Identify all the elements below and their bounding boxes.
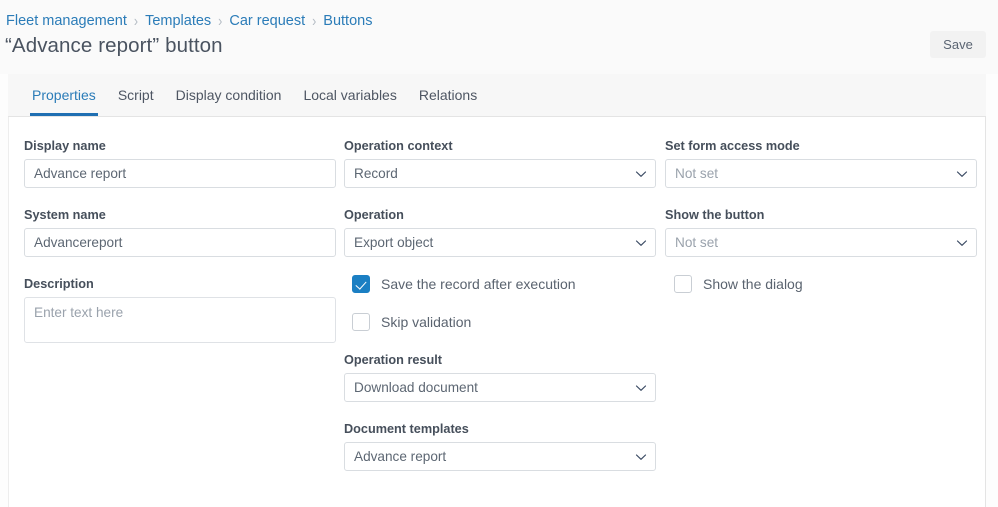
show-the-button-select[interactable]: Not set: [665, 228, 977, 257]
set-form-access-mode-select[interactable]: Not set: [665, 159, 977, 188]
save-button[interactable]: Save: [930, 31, 986, 58]
operation-select[interactable]: Export object: [344, 228, 656, 257]
display-name-value: Advance report: [34, 166, 127, 181]
document-templates-value: Advance report: [354, 449, 447, 464]
checkbox-row-skip-validation: Skip validation: [352, 312, 471, 332]
system-name-value: Advancereport: [34, 235, 123, 250]
breadcrumb-item-fleet-management[interactable]: Fleet management: [6, 12, 127, 30]
chevron-right-icon: ›: [133, 12, 139, 30]
operation-value: Export object: [354, 235, 434, 250]
field-label-operation-context: Operation context: [344, 139, 453, 153]
field-label-system-name: System name: [24, 208, 106, 222]
chevron-down-icon: [635, 384, 647, 391]
checkbox-row-save-after-execution: Save the record after execution: [352, 274, 576, 294]
tab-script[interactable]: Script: [107, 74, 165, 116]
save-after-execution-checkbox[interactable]: [352, 275, 370, 293]
operation-context-value: Record: [354, 166, 398, 181]
field-label-show-the-button: Show the button: [665, 208, 765, 222]
page-header: Fleet management › Templates › Car reque…: [0, 0, 998, 74]
description-textarea[interactable]: Enter text here: [24, 297, 336, 343]
set-form-access-mode-value: Not set: [675, 166, 719, 181]
field-operation-context: Operation context Record: [344, 138, 656, 188]
chevron-right-icon: ›: [218, 12, 223, 30]
field-label-set-form-access-mode: Set form access mode: [665, 139, 800, 153]
field-display-name: Display name Advance report: [24, 138, 336, 188]
breadcrumb-item-car-request[interactable]: Car request: [229, 12, 305, 30]
breadcrumb-item-buttons[interactable]: Buttons: [323, 12, 372, 30]
field-set-form-access-mode: Set form access mode Not set: [665, 138, 977, 188]
operation-result-select[interactable]: Download document: [344, 373, 656, 402]
field-label-document-templates: Document templates: [344, 422, 469, 436]
properties-form: Display name Advance report System name …: [8, 117, 986, 507]
skip-validation-label[interactable]: Skip validation: [381, 314, 471, 330]
skip-validation-checkbox[interactable]: [352, 313, 370, 331]
system-name-input[interactable]: Advancereport: [24, 228, 336, 257]
tab-relations[interactable]: Relations: [408, 74, 488, 116]
save-after-execution-label[interactable]: Save the record after execution: [381, 276, 576, 292]
tab-display-condition[interactable]: Display condition: [165, 74, 293, 116]
field-label-operation: Operation: [344, 208, 404, 222]
show-the-dialog-checkbox[interactable]: [674, 275, 692, 293]
operation-result-value: Download document: [354, 380, 478, 395]
show-the-button-value: Not set: [675, 235, 719, 250]
field-label-operation-result: Operation result: [344, 353, 442, 367]
field-system-name: System name Advancereport: [24, 207, 336, 257]
chevron-down-icon: [635, 170, 647, 177]
checkbox-row-show-the-dialog: Show the dialog: [674, 274, 803, 294]
tab-bar: Properties Script Display condition Loca…: [8, 74, 986, 117]
chevron-down-icon: [635, 239, 647, 246]
tab-properties[interactable]: Properties: [21, 74, 107, 116]
field-operation: Operation Export object: [344, 207, 656, 257]
chevron-right-icon: ›: [312, 12, 317, 30]
page-title: “Advance report” button: [5, 34, 223, 57]
document-templates-select[interactable]: Advance report: [344, 442, 656, 471]
field-label-description: Description: [24, 277, 94, 291]
chevron-down-icon: [956, 239, 968, 246]
chevron-down-icon: [635, 453, 647, 460]
chevron-down-icon: [956, 170, 968, 177]
field-operation-result: Operation result Download document: [344, 352, 656, 402]
field-show-the-button: Show the button Not set: [665, 207, 977, 257]
breadcrumb: Fleet management › Templates › Car reque…: [6, 12, 372, 30]
button-properties-page: Fleet management › Templates › Car reque…: [0, 0, 998, 507]
field-description: Description Enter text here: [24, 276, 336, 343]
tab-local-variables[interactable]: Local variables: [292, 74, 407, 116]
breadcrumb-item-templates[interactable]: Templates: [145, 12, 211, 30]
field-document-templates: Document templates Advance report: [344, 421, 656, 471]
show-the-dialog-label[interactable]: Show the dialog: [703, 276, 803, 292]
display-name-input[interactable]: Advance report: [24, 159, 336, 188]
operation-context-select[interactable]: Record: [344, 159, 656, 188]
field-label-display-name: Display name: [24, 139, 106, 153]
